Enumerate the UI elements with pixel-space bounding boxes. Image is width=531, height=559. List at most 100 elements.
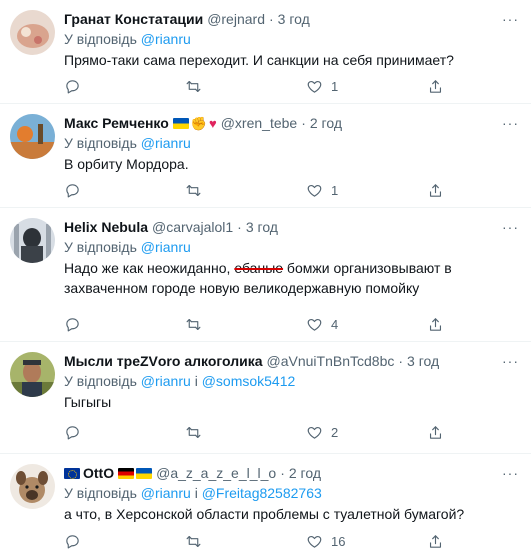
retweet-button[interactable]: [185, 182, 275, 199]
reply-conjunction: і: [194, 373, 198, 389]
mention-link[interactable]: @Freitag82582763: [202, 485, 322, 501]
like-button[interactable]: 1: [306, 182, 396, 199]
replies-feed: Гранат Констатации @rejnard · 3 год ··· …: [0, 0, 531, 559]
share-icon: [429, 535, 442, 548]
reply-prefix: У відповідь: [64, 373, 137, 389]
tweet-text: Гыгыгы: [64, 394, 112, 410]
share-button[interactable]: [427, 182, 444, 199]
heart-emoji-icon: ♥: [209, 115, 217, 131]
like-count: 1: [331, 79, 339, 94]
reply-icon: [66, 80, 79, 94]
author-handle[interactable]: @xren_tebe: [221, 113, 297, 133]
author-name[interactable]: Helix Nebula: [64, 217, 148, 237]
like-button[interactable]: 4: [306, 316, 396, 333]
retweet-icon: [186, 80, 201, 93]
heart-icon: [307, 184, 322, 197]
share-button[interactable]: [427, 78, 444, 95]
retweet-button[interactable]: [185, 316, 275, 333]
germany-flag-icon: [118, 467, 135, 479]
more-options-icon[interactable]: ···: [502, 217, 519, 237]
mention-link[interactable]: @rianru: [141, 239, 191, 255]
author-handle[interactable]: @carvajalol1: [152, 217, 233, 237]
separator-dot: ·: [237, 219, 242, 235]
author-name[interactable]: Мысли треZVоro алкоголика: [64, 351, 263, 371]
like-button[interactable]: 2: [306, 424, 396, 441]
reply-context: У відповідь @rianru і @Freitag82582763: [64, 483, 519, 503]
separator-dot: ·: [268, 11, 274, 27]
like-count: 2: [331, 425, 339, 440]
share-button[interactable]: [427, 533, 444, 550]
reply-tweet[interactable]: OttO @a_z_a_z_e_l_l_o · 2 год ··· У відп…: [0, 454, 531, 559]
reply-icon: [66, 318, 79, 332]
reply-icon: [66, 426, 79, 440]
share-icon: [429, 318, 442, 331]
more-options-icon[interactable]: ···: [502, 113, 519, 133]
heart-icon: [307, 80, 322, 93]
tweet-text: Прямо-таки сама переходит. И санкции на …: [64, 52, 454, 68]
like-button[interactable]: 16: [306, 533, 396, 550]
avatar[interactable]: [10, 352, 55, 397]
share-button[interactable]: [427, 424, 444, 441]
author-handle[interactable]: @a_z_a_z_e_l_l_o: [156, 463, 276, 483]
more-options-icon[interactable]: ···: [502, 351, 519, 371]
like-count: 16: [331, 534, 346, 549]
share-icon: [429, 184, 442, 197]
reply-tweet[interactable]: Helix Nebula @carvajalol1 · 3 год ··· У …: [0, 208, 531, 342]
mention-link[interactable]: @somsok5412: [202, 373, 296, 389]
heart-icon: [307, 318, 322, 331]
reply-button[interactable]: [64, 78, 154, 95]
author-name[interactable]: OttO: [83, 463, 114, 483]
reply-tweet[interactable]: Мысли треZVоro алкоголика @aVnuiTnBnTcd8…: [0, 342, 531, 454]
avatar[interactable]: [10, 10, 55, 55]
avatar[interactable]: [10, 218, 55, 263]
timestamp[interactable]: 2 год: [310, 113, 342, 133]
reply-prefix: У відповідь: [64, 239, 137, 255]
like-count: 1: [331, 183, 339, 198]
more-options-icon[interactable]: ···: [502, 463, 519, 483]
timestamp[interactable]: 3 год: [278, 9, 310, 29]
reply-context: У відповідь @rianru: [64, 237, 519, 257]
text-part: Надо же как неожиданно,: [64, 260, 235, 276]
name-emojis: ✊ ♥: [172, 115, 217, 131]
reply-prefix: У відповідь: [64, 485, 137, 501]
mention-link[interactable]: @rianru: [141, 485, 191, 501]
struck-word: ебаные: [234, 260, 284, 276]
author-name[interactable]: Макс Ремченко: [64, 113, 169, 133]
retweet-button[interactable]: [185, 533, 275, 550]
heart-icon: [307, 535, 322, 548]
reply-prefix: У відповідь: [64, 135, 137, 151]
eu-flag-icon: [64, 467, 80, 479]
retweet-button[interactable]: [185, 424, 275, 441]
reply-tweet[interactable]: Макс Ремченко ✊ ♥ @xren_tebe · 2 год ···…: [0, 104, 531, 208]
timestamp[interactable]: 2 год: [289, 463, 321, 483]
share-button[interactable]: [427, 316, 444, 333]
reply-tweet[interactable]: Гранат Констатации @rejnard · 3 год ··· …: [0, 0, 531, 104]
avatar[interactable]: [10, 464, 55, 509]
more-options-icon[interactable]: ···: [502, 9, 519, 29]
tweet-text: а что, в Херсонской области проблемы с т…: [64, 506, 465, 522]
mention-link[interactable]: @rianru: [141, 373, 191, 389]
reply-button[interactable]: [64, 182, 154, 199]
mention-link[interactable]: @rianru: [141, 31, 191, 47]
like-button[interactable]: 1: [306, 78, 396, 95]
name-emojis: [118, 467, 153, 479]
separator-dot: ·: [301, 115, 306, 131]
reply-button[interactable]: [64, 424, 154, 441]
reply-context: У відповідь @rianru: [64, 29, 519, 49]
reply-icon: [66, 535, 79, 549]
avatar[interactable]: [10, 114, 55, 159]
author-name[interactable]: Гранат Констатации: [64, 9, 203, 29]
retweet-icon: [186, 535, 201, 548]
author-handle[interactable]: @rejnard: [207, 9, 265, 29]
author-handle[interactable]: @aVnuiTnBnTcd8bc: [267, 351, 395, 371]
timestamp[interactable]: 3 год: [407, 351, 439, 371]
timestamp[interactable]: 3 год: [246, 217, 278, 237]
reply-context: У відповідь @rianru і @somsok5412: [64, 371, 519, 391]
mention-link[interactable]: @rianru: [141, 135, 191, 151]
retweet-icon: [186, 318, 201, 331]
retweet-button[interactable]: [185, 78, 275, 95]
heart-icon: [307, 426, 322, 439]
reply-button[interactable]: [64, 533, 154, 550]
reply-button[interactable]: [64, 316, 154, 333]
ukraine-flag-icon: [172, 117, 189, 129]
